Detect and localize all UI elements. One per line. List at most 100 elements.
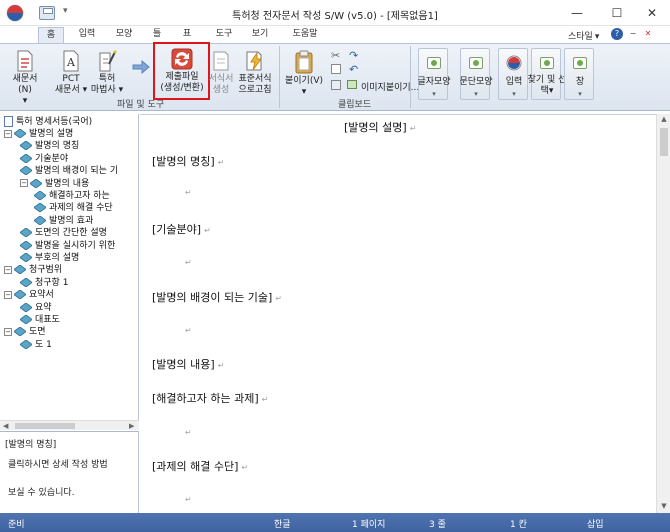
- lightning-icon: [246, 51, 262, 71]
- close-button[interactable]: ✕: [640, 3, 664, 23]
- status-mode[interactable]: 삽입: [587, 517, 604, 530]
- tree-item[interactable]: 과제의 해결 수단: [34, 202, 113, 214]
- scrollbar-thumb[interactable]: [15, 423, 75, 429]
- new-document-button[interactable]: 새문서(N) ▾: [6, 50, 44, 107]
- char-shape-button[interactable]: 글자모양 ▾: [417, 48, 451, 100]
- collapse-icon[interactable]: −: [4, 290, 12, 299]
- tree-item[interactable]: 청구항 1: [20, 277, 68, 289]
- empty-paragraph[interactable]: ↵: [182, 185, 192, 198]
- tab-insert[interactable]: 입력: [72, 27, 102, 43]
- editor-vertical-scrollbar[interactable]: ▲ ▼: [656, 114, 670, 513]
- tab-help[interactable]: 도움말: [285, 27, 325, 43]
- collapse-icon[interactable]: −: [4, 265, 12, 274]
- minimize-ribbon-icon[interactable]: −: [627, 28, 639, 40]
- tree-item-label: 발명의 배경이 되는 기: [35, 166, 119, 177]
- tree-item-label: 도 1: [35, 339, 52, 350]
- undo-icon[interactable]: ↶: [349, 63, 358, 76]
- scrollbar-thumb[interactable]: [660, 128, 668, 156]
- tree-item[interactable]: 요약: [20, 302, 52, 314]
- tree-item[interactable]: 발명을 실시하기 위한: [20, 240, 115, 252]
- tree-item[interactable]: 발명의 배경이 되는 기: [20, 165, 118, 177]
- maximize-button[interactable]: ☐: [605, 3, 629, 23]
- ribbon-separator: [410, 46, 411, 108]
- collapse-icon[interactable]: −: [4, 327, 12, 336]
- close-doc-icon[interactable]: ✕: [642, 28, 654, 40]
- tree-item[interactable]: 부호의 설명: [20, 252, 79, 264]
- para-shape-icon: [469, 57, 483, 69]
- copy-icon[interactable]: [331, 64, 341, 74]
- empty-paragraph[interactable]: ↵: [182, 323, 192, 336]
- find-icon: [540, 57, 554, 69]
- tree-item[interactable]: − 도면: [4, 326, 46, 338]
- tab-view[interactable]: 보기: [245, 27, 275, 43]
- help-title: [발명의 명칭]: [5, 440, 57, 450]
- tab-shape[interactable]: 모양: [109, 27, 139, 43]
- scroll-right-icon[interactable]: ▶: [129, 421, 134, 431]
- window-button[interactable]: 창 ▾: [564, 48, 594, 100]
- standard-form-button[interactable]: 표준서식 으로고침: [235, 50, 275, 96]
- tab-table[interactable]: 표: [176, 27, 198, 43]
- tree-item-label: 발명의 내용: [45, 178, 90, 189]
- tree-horizontal-scrollbar[interactable]: ◀ ▶: [0, 420, 139, 430]
- status-ready: 준비: [8, 520, 25, 530]
- tree-item-label: 대표도: [35, 315, 60, 325]
- minimize-button[interactable]: —: [565, 3, 589, 23]
- section-title[interactable]: [기술분야] ↵: [152, 221, 211, 237]
- tree-node-icon: [20, 253, 32, 262]
- tree-item[interactable]: 발명의 효과: [34, 215, 93, 227]
- tree-root[interactable]: 특허 명세서등(국어): [4, 116, 92, 128]
- tree-item[interactable]: 발명의 명칭: [20, 140, 79, 152]
- tree-item[interactable]: − 발명의 설명: [4, 128, 73, 140]
- section-title[interactable]: [해결하고자 하는 과제] ↵: [152, 390, 268, 406]
- scroll-up-icon[interactable]: ▲: [657, 115, 670, 123]
- style-menu[interactable]: 스타일 ▾: [568, 29, 599, 42]
- tree-node-icon: [20, 339, 32, 349]
- tree-item[interactable]: 기술분야: [20, 153, 68, 165]
- tab-tools[interactable]: 도구: [209, 27, 239, 43]
- tree-item-label: 도면: [29, 327, 46, 338]
- tab-home[interactable]: 홈: [38, 27, 64, 43]
- tree-item[interactable]: − 발명의 내용: [20, 178, 89, 190]
- para-shape-button[interactable]: 문단모양 ▾: [459, 48, 493, 100]
- scroll-left-icon[interactable]: ◀: [3, 421, 8, 431]
- input-button[interactable]: 입력 ▾: [498, 48, 528, 100]
- form-create-button[interactable]: 서식서 생성: [207, 50, 235, 96]
- help-text-line2: 보실 수 있습니다.: [8, 488, 75, 498]
- cut-icon[interactable]: ✂: [331, 49, 340, 62]
- section-title[interactable]: [발명의 명칭] ↵: [152, 153, 224, 169]
- help-icon[interactable]: ?: [611, 28, 623, 40]
- tree-item[interactable]: 도면의 간단한 설명: [20, 227, 107, 239]
- section-title[interactable]: [과제의 해결 수단] ↵: [152, 458, 248, 474]
- tree-item-label: 요약서: [29, 290, 54, 301]
- tree-item[interactable]: 대표도: [20, 314, 60, 326]
- redo-icon[interactable]: ↷: [349, 49, 358, 62]
- find-select-button[interactable]: 찾기 및 선택▾: [528, 48, 566, 100]
- paste-button[interactable]: 붙이기(V) ▾: [284, 50, 324, 98]
- tab-frame[interactable]: 틀: [146, 27, 168, 43]
- tree-node-icon: [20, 153, 32, 163]
- collapse-icon[interactable]: −: [4, 129, 12, 138]
- tree-item[interactable]: − 요약서: [4, 289, 54, 301]
- patent-wizard-button[interactable]: 특허 마법사 ▾: [89, 50, 125, 96]
- tree-item[interactable]: 해결하고자 하는: [34, 190, 110, 202]
- pct-document-button[interactable]: A PCT 새문서 ▾: [53, 50, 89, 96]
- tree-item[interactable]: 도 1: [20, 339, 52, 351]
- tree-item-label: 발명의 명칭: [35, 141, 80, 152]
- section-title[interactable]: [발명의 내용] ↵: [152, 356, 224, 372]
- scroll-down-icon[interactable]: ▼: [657, 502, 670, 510]
- section-title[interactable]: [발명의 배경이 되는 기술] ↵: [152, 289, 282, 305]
- tree-item-label: 요약: [35, 302, 52, 313]
- empty-paragraph[interactable]: ↵: [182, 492, 192, 505]
- tree-item[interactable]: − 청구범위: [4, 264, 62, 276]
- collapse-icon[interactable]: −: [20, 179, 28, 188]
- highlight-box: [153, 42, 210, 100]
- help-text-line1[interactable]: 클릭하시면 상세 작성 방법: [8, 457, 108, 470]
- document-editor[interactable]: [발명의 설명] ↵ [발명의 명칭] ↵ ↵ [기술분야] ↵ ↵ [발명의 배경이…: [140, 114, 656, 513]
- format-copy-icon[interactable]: [331, 80, 341, 90]
- char-shape-icon: [427, 57, 441, 69]
- tree-node-icon: [34, 191, 46, 200]
- status-language[interactable]: 한글: [274, 517, 291, 530]
- tree-item-label: 발명의 효과: [49, 215, 94, 226]
- empty-paragraph[interactable]: ↵: [182, 425, 192, 438]
- empty-paragraph[interactable]: ↵: [182, 255, 192, 268]
